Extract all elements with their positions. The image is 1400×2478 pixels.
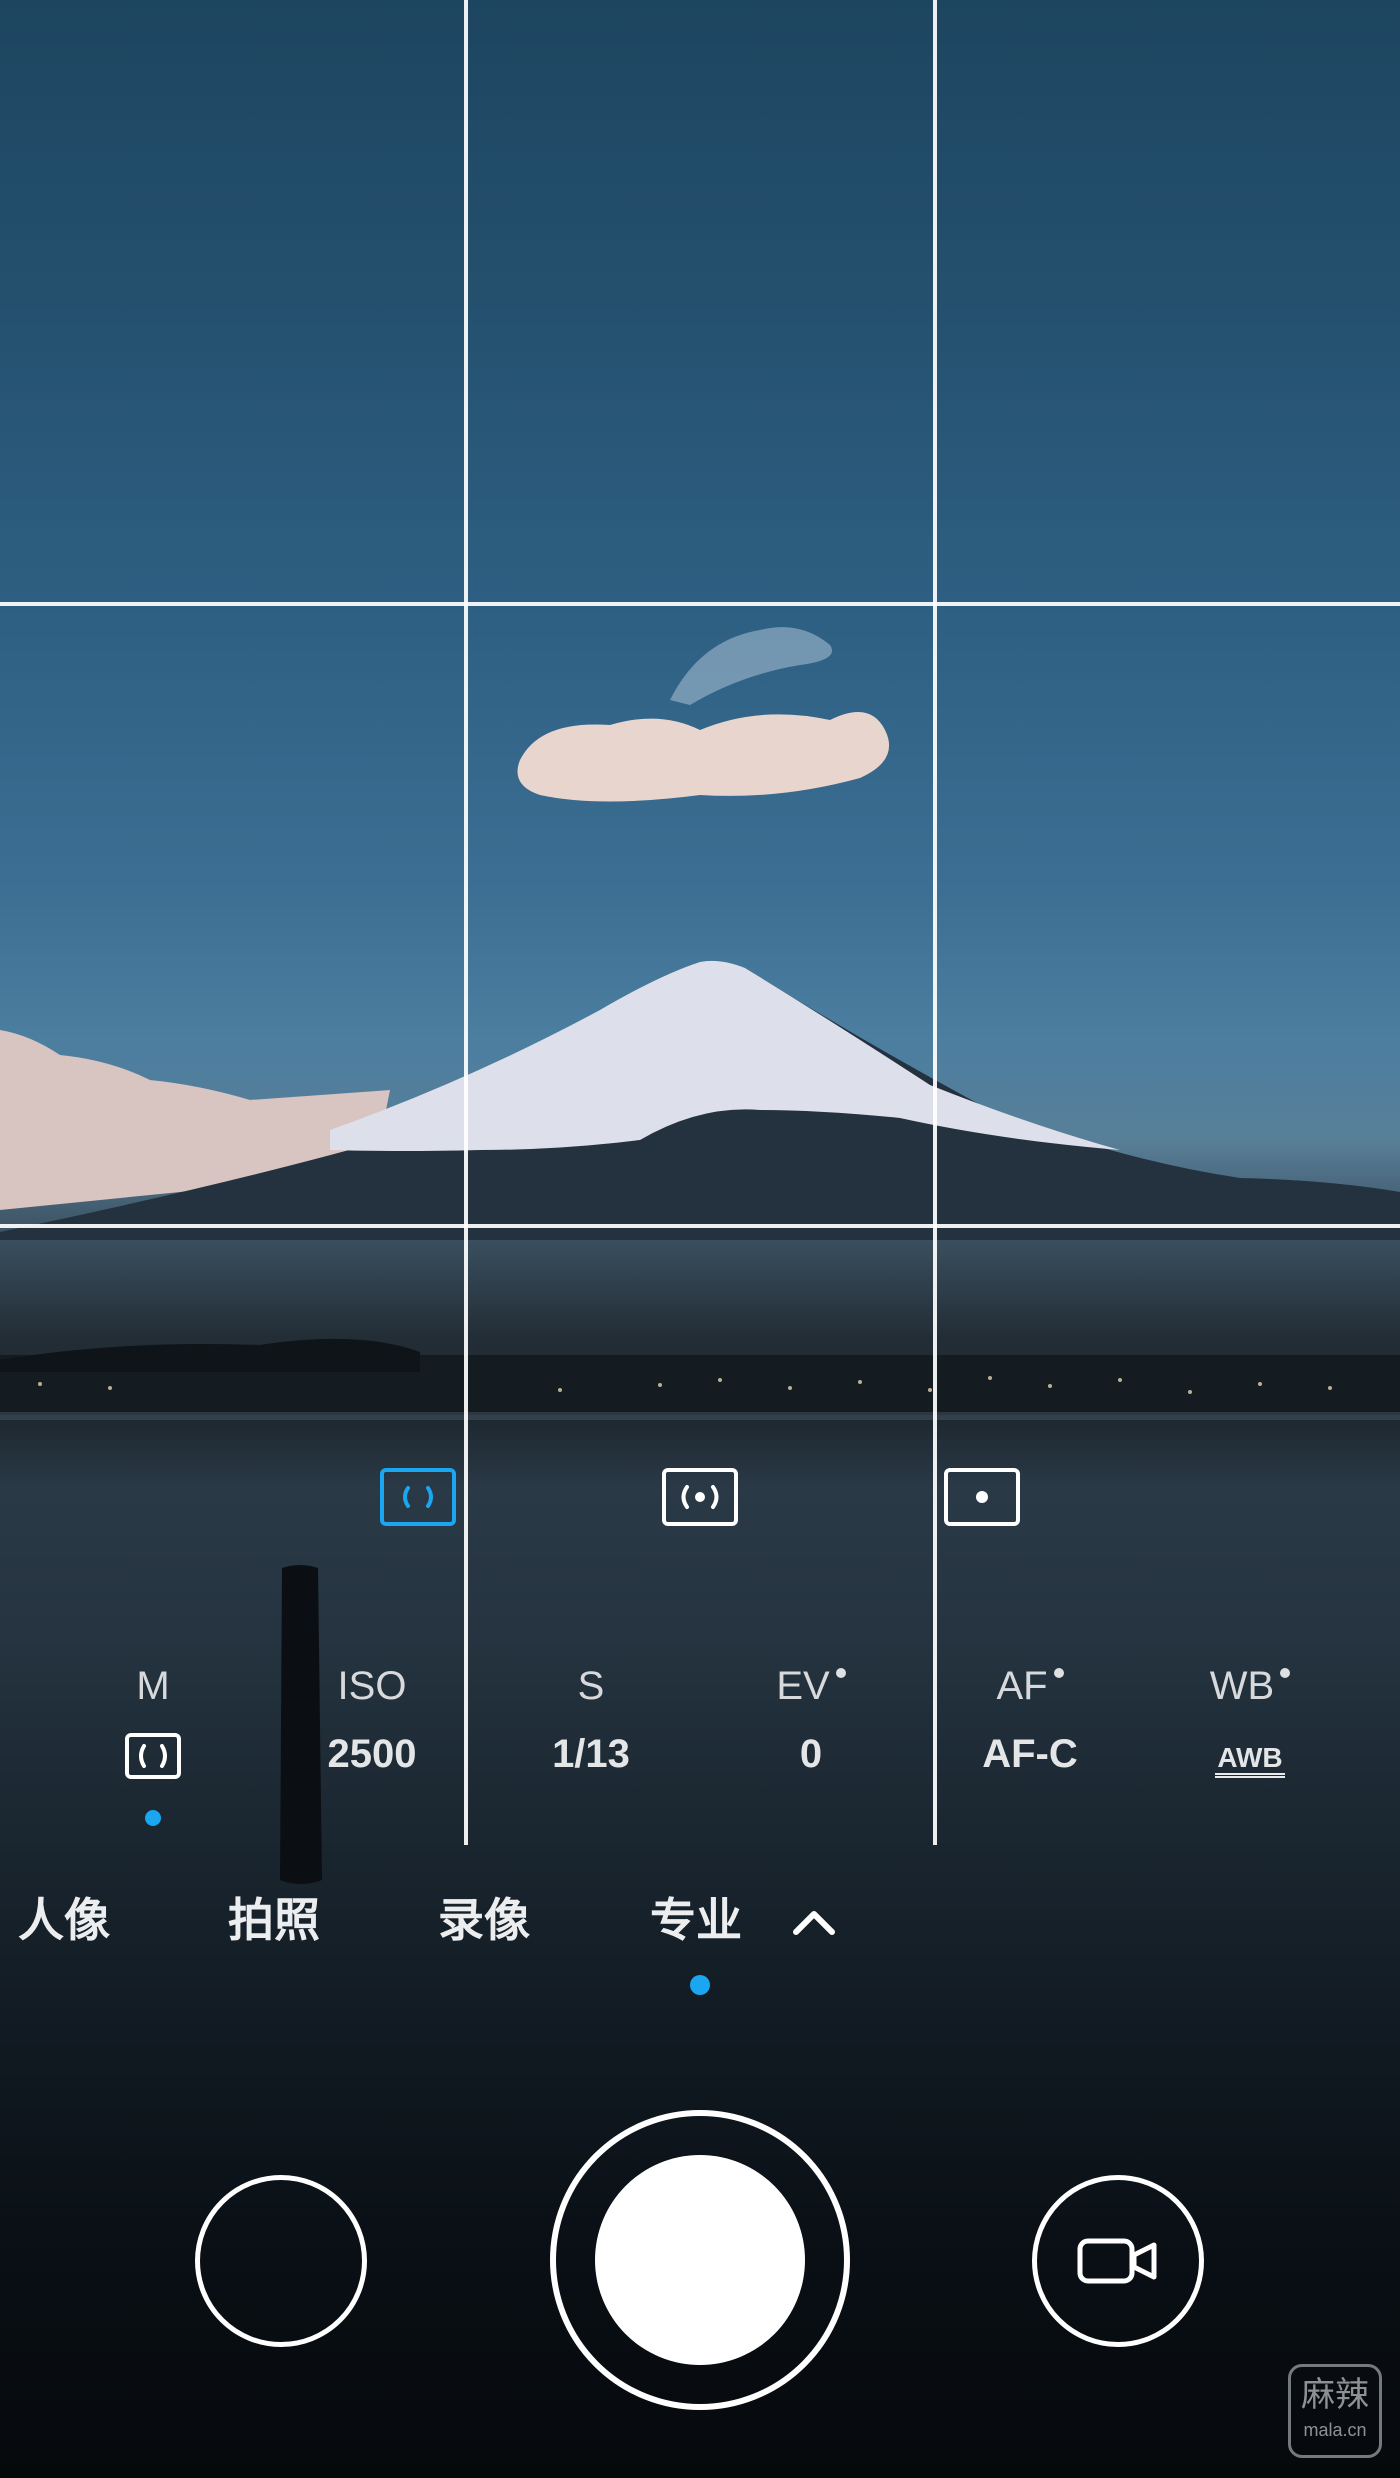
mode-video[interactable]: 录像 [438,1890,530,1950]
param-value: AF-C [982,1732,1078,1776]
param-label: WB [1170,1660,1330,1712]
param-ev[interactable]: EV 0 [731,1660,891,1782]
auto-indicator-dot [1280,1668,1291,1678]
param-selected-indicator [145,1810,161,1826]
metering-spot-button[interactable] [944,1468,1020,1526]
auto-indicator-dot [835,1668,846,1678]
cloud-main [517,712,890,802]
metering-center-weighted-button[interactable] [662,1468,738,1526]
mode-photo[interactable]: 拍照 [228,1890,320,1950]
chevron-up-icon[interactable] [788,1904,840,1940]
grid-line-vertical-2 [933,0,937,1845]
param-label: ISO [337,1664,407,1708]
param-label: S [577,1664,605,1708]
param-value: 1/13 [552,1732,630,1776]
hills [0,1338,420,1372]
shutter-inner[interactable] [595,2155,805,2365]
video-record-button[interactable] [1032,2175,1204,2347]
watermark-logo: 麻辣 mala.cn [1288,2364,1382,2458]
viewfinder-preview[interactable] [0,0,1400,2478]
param-value: 2500 [327,1732,417,1776]
mode-selected-indicator [690,1975,710,1995]
param-wb[interactable]: WB AWB [1170,1660,1330,1782]
auto-indicator-dot [1053,1668,1064,1678]
param-af[interactable]: AF AF-C [950,1660,1110,1782]
metering-spot-icon [976,1491,988,1503]
param-value: 0 [799,1732,823,1776]
grid-line-vertical-1 [464,0,468,1845]
metering-matrix-icon [125,1733,181,1780]
cloud-upper [670,627,832,705]
metering-matrix-button[interactable] [380,1468,456,1526]
awb-icon: AWB [1215,1742,1285,1778]
param-iso[interactable]: ISO 2500 [292,1660,452,1782]
gallery-thumbnail[interactable] [195,2175,367,2347]
mode-pro[interactable]: 专业 [650,1890,742,1950]
param-metering[interactable]: M [73,1660,233,1782]
video-camera-icon [1077,2238,1157,2284]
param-label: AF [950,1660,1110,1712]
metering-matrix-icon [403,1486,433,1508]
metering-center-weighted-icon [681,1485,719,1509]
param-label: M [136,1664,170,1708]
param-label: EV [731,1660,891,1712]
mode-portrait[interactable]: 人像 [18,1890,110,1950]
param-value: AWB [1170,1726,1330,1782]
grid-line-horizontal-2 [0,1224,1400,1228]
param-shutter-speed[interactable]: S 1/13 [511,1660,671,1782]
grid-line-horizontal-1 [0,602,1400,606]
param-value [73,1726,233,1782]
camera-screen: M ISO 2500 S 1/13 EV 0 AF AF-C WB AWB 人像… [0,0,1400,2478]
